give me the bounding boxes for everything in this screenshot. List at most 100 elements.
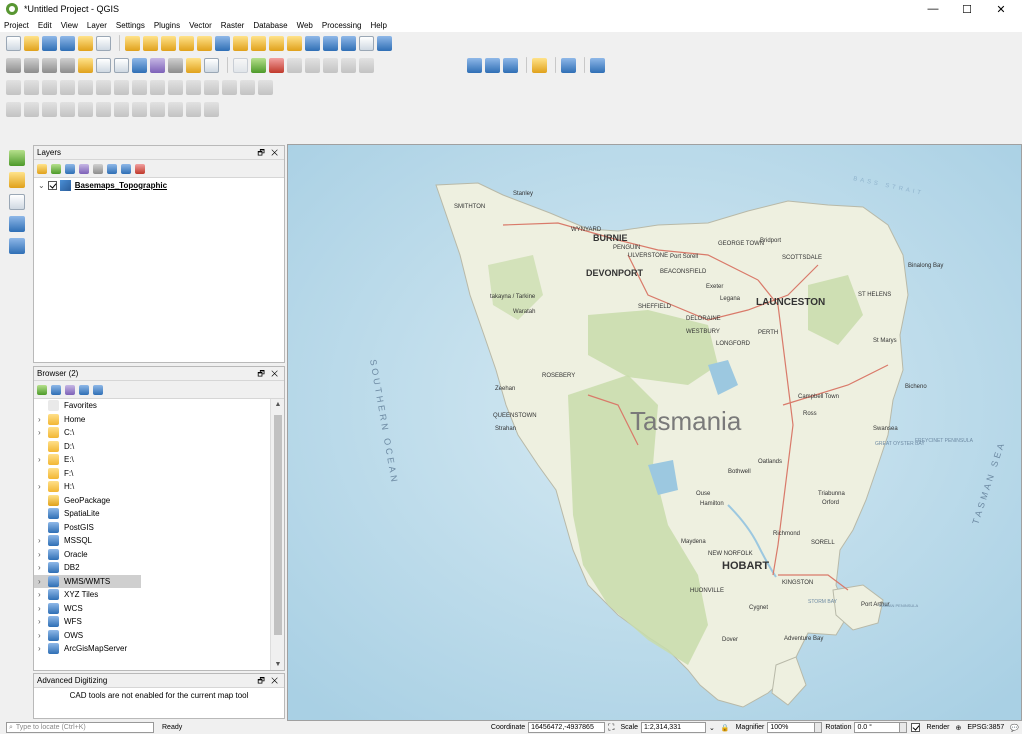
magnifier-spinner[interactable] xyxy=(814,722,823,733)
menu-edit[interactable]: Edit xyxy=(38,21,52,30)
identify-icon[interactable] xyxy=(6,57,21,73)
panel-float-close-buttons[interactable]: 🗗 ✕ xyxy=(257,675,280,689)
menu-processing[interactable]: Processing xyxy=(322,21,362,30)
rotation-input[interactable]: 0.0 ° xyxy=(854,722,901,733)
save-as-icon[interactable] xyxy=(60,35,75,51)
toolbox-gear-icon[interactable] xyxy=(132,57,147,73)
sum-statistics-icon[interactable] xyxy=(150,57,165,73)
metasearch-icon[interactable] xyxy=(467,57,482,73)
map-tips-icon[interactable] xyxy=(186,57,201,73)
locator-search-input[interactable]: ⌕ Type to locate (Ctrl+K) xyxy=(6,722,154,733)
move-label-icon[interactable] xyxy=(323,57,338,73)
menu-plugins[interactable]: Plugins xyxy=(154,21,180,30)
bookmarks-icon[interactable] xyxy=(341,35,356,51)
offset-curve-icon[interactable] xyxy=(186,79,201,95)
fill-ring-icon[interactable] xyxy=(114,79,129,95)
minimize-button[interactable]: — xyxy=(916,0,950,18)
close-button[interactable]: ✕ xyxy=(984,0,1018,18)
geocoder-icon[interactable] xyxy=(485,57,500,73)
pan-to-selection-icon[interactable] xyxy=(143,35,158,51)
menu-vector[interactable]: Vector xyxy=(189,21,212,30)
collapse-all-icon[interactable] xyxy=(79,384,89,395)
vertex-tool-icon[interactable] xyxy=(78,101,93,117)
add-group-icon[interactable] xyxy=(51,163,61,174)
delete-part-icon[interactable] xyxy=(150,79,165,95)
enable-advanced-digitizing-icon[interactable] xyxy=(6,79,21,95)
split-features-icon[interactable] xyxy=(204,79,219,95)
merge-features-icon[interactable] xyxy=(240,79,255,95)
layer-row[interactable]: ⌄ Basemaps_Topographic xyxy=(34,178,284,192)
filter-by-expression-icon[interactable] xyxy=(93,163,103,174)
data-source-manager-icon[interactable] xyxy=(9,150,25,166)
highlight-pinned-labels-icon[interactable] xyxy=(269,57,284,73)
select-features-icon[interactable] xyxy=(24,57,39,73)
refresh-icon[interactable] xyxy=(51,384,61,395)
browser-item-h[interactable]: › H:\ xyxy=(34,480,270,494)
menu-web[interactable]: Web xyxy=(297,21,313,30)
browser-item-c[interactable]: › C:\ xyxy=(34,426,270,440)
redo-icon[interactable] xyxy=(204,101,219,117)
select-by-value-icon[interactable] xyxy=(42,57,57,73)
scroll-up-icon[interactable]: ▲ xyxy=(271,401,285,408)
layout-manager-icon[interactable] xyxy=(96,35,111,51)
show-hide-labels-icon[interactable] xyxy=(305,57,320,73)
new-geopackage-layer-icon[interactable] xyxy=(9,172,25,188)
simplify-feature-icon[interactable] xyxy=(60,79,75,95)
browser-item-wms-wmts[interactable]: › WMS/WMTS xyxy=(34,574,141,588)
browser-item-mssql[interactable]: › MSSQL xyxy=(34,534,270,548)
delete-ring-icon[interactable] xyxy=(132,79,147,95)
properties-info-icon[interactable] xyxy=(93,384,103,395)
statistics-icon[interactable] xyxy=(114,57,129,73)
lock-scale-icon[interactable]: 🔒 xyxy=(721,724,730,732)
new-map-view-icon[interactable] xyxy=(305,35,320,51)
filter-legend-icon[interactable] xyxy=(79,163,89,174)
python-console-icon[interactable] xyxy=(532,57,547,73)
add-ring-icon[interactable] xyxy=(78,79,93,95)
browser-item-d[interactable]: D:\ xyxy=(34,440,270,454)
scroll-down-icon[interactable]: ▼ xyxy=(271,661,285,668)
zoom-in-icon[interactable] xyxy=(161,35,176,51)
delete-selected-icon[interactable] xyxy=(114,101,129,117)
scale-dropdown-chevron-icon[interactable]: ⌄ xyxy=(709,724,715,732)
menu-view[interactable]: View xyxy=(61,21,78,30)
toggle-editing-icon[interactable] xyxy=(24,101,39,117)
plugin-icon[interactable] xyxy=(590,57,605,73)
modify-attributes-icon[interactable] xyxy=(96,101,111,117)
pin-labels-icon[interactable] xyxy=(287,57,302,73)
new-project-icon[interactable] xyxy=(6,35,21,51)
menu-layer[interactable]: Layer xyxy=(87,21,107,30)
scrollbar-thumb[interactable] xyxy=(274,415,282,635)
zoom-last-icon[interactable] xyxy=(269,35,284,51)
copy-features-icon[interactable] xyxy=(150,101,165,117)
rotate-feature-icon[interactable] xyxy=(42,79,57,95)
zoom-out-icon[interactable] xyxy=(179,35,194,51)
rotate-label-icon[interactable] xyxy=(341,57,356,73)
open-project-icon[interactable] xyxy=(24,35,39,51)
refresh-icon[interactable] xyxy=(377,35,392,51)
measure-icon[interactable] xyxy=(168,57,183,73)
expand-all-icon[interactable] xyxy=(107,163,117,174)
menu-project[interactable]: Project xyxy=(4,21,29,30)
browser-item-arcgismapserver[interactable]: › ArcGisMapServer xyxy=(34,642,270,656)
menu-help[interactable]: Help xyxy=(370,21,386,30)
globe-icon[interactable] xyxy=(503,57,518,73)
change-label-icon[interactable] xyxy=(359,57,374,73)
add-selected-layers-icon[interactable] xyxy=(37,384,47,395)
pan-hand-icon[interactable] xyxy=(125,35,140,51)
manage-map-themes-icon[interactable] xyxy=(65,163,75,174)
save-project-icon[interactable] xyxy=(42,35,57,51)
new-temporary-layer-icon[interactable] xyxy=(9,238,25,254)
messages-icon[interactable]: 💬 xyxy=(1010,724,1019,732)
remove-layer-icon[interactable] xyxy=(135,163,145,174)
layer-labeling-icon[interactable] xyxy=(233,57,248,73)
rotation-spinner[interactable] xyxy=(899,722,908,733)
coordinate-field[interactable]: 16456472,-4937865 xyxy=(528,722,606,733)
text-annotation-icon[interactable] xyxy=(204,57,219,73)
save-edits-icon[interactable] xyxy=(42,101,57,117)
split-parts-icon[interactable] xyxy=(222,79,237,95)
browser-scrollbar[interactable]: ▲ ▼ xyxy=(270,399,284,670)
browser-item-wfs[interactable]: › WFS xyxy=(34,615,270,629)
toggle-extents-icon[interactable]: ⛶ xyxy=(608,722,614,733)
open-field-calculator-icon[interactable] xyxy=(78,57,93,73)
add-part-icon[interactable] xyxy=(96,79,111,95)
